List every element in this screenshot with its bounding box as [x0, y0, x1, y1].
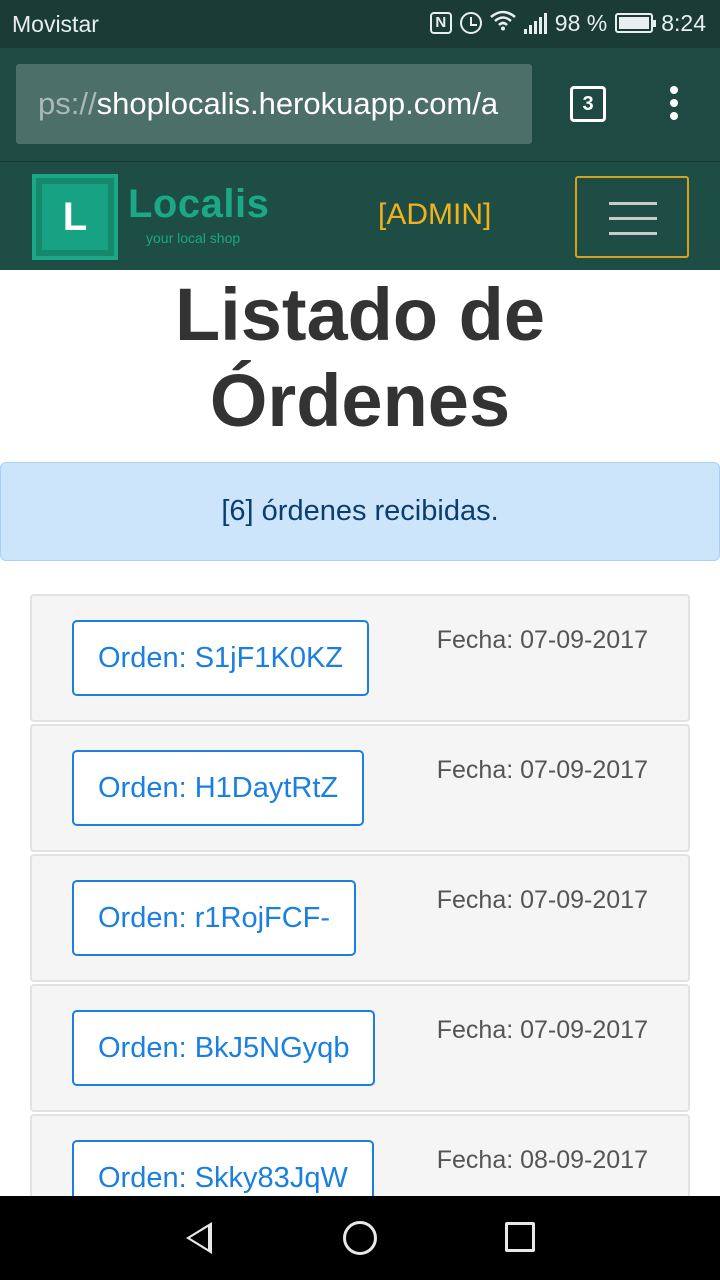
battery-percent: 98 %: [554, 9, 608, 36]
back-icon[interactable]: [186, 1222, 212, 1254]
admin-label: [ADMIN]: [378, 198, 492, 231]
signal-icon: [523, 12, 547, 34]
order-link-button[interactable]: Orden: S1jF1K0KZ: [72, 620, 369, 696]
carrier-name: Movistar: [12, 11, 99, 37]
home-icon[interactable]: [343, 1221, 377, 1255]
tab-switcher-button[interactable]: 3: [570, 86, 606, 122]
battery-icon: [615, 13, 657, 33]
order-card: Orden: r1RojFCF- Fecha: 07-09-2017: [30, 854, 690, 982]
order-card: Orden: BkJ5NGyqb Fecha: 07-09-2017: [30, 984, 690, 1112]
orders-count-alert: [6] órdenes recibidas.: [0, 462, 720, 561]
page-title-line2: Órdenes: [209, 359, 511, 442]
status-icons: N 98 % 8:24: [429, 9, 706, 37]
order-list: Orden: S1jF1K0KZ Fecha: 07-09-2017 Orden: …: [30, 594, 690, 1196]
order-date: Fecha: 08-09-2017: [436, 1146, 648, 1174]
recents-icon[interactable]: [505, 1222, 535, 1252]
order-card: Orden: H1DaytRtZ Fecha: 07-09-2017: [30, 724, 690, 852]
page-title-line1: Listado de: [174, 273, 546, 356]
site-navbar: L Localis your local shop [ADMIN]: [0, 161, 720, 270]
order-card: Orden: Skky83JqW Fecha: 08-09-2017: [30, 1114, 690, 1196]
browser-toolbar: ps://shoplocalis.herokuapp.com/a 3: [0, 48, 720, 161]
order-date: Fecha: 07-09-2017: [436, 1016, 648, 1044]
order-link-button[interactable]: Orden: Skky83JqW: [72, 1140, 374, 1196]
order-date: Fecha: 07-09-2017: [436, 886, 648, 914]
order-link-button[interactable]: Orden: r1RojFCF-: [72, 880, 357, 956]
url-host: shoplocalis.herokuapp.com/a: [96, 86, 499, 121]
android-navigation-bar: [0, 1196, 720, 1280]
address-bar[interactable]: ps://shoplocalis.herokuapp.com/a: [16, 64, 532, 144]
order-link-button[interactable]: Orden: BkJ5NGyqb: [72, 1010, 376, 1086]
status-bar: Movistar N 98 % 8:24: [0, 0, 720, 48]
wifi-icon: [489, 9, 516, 37]
alarm-icon: [459, 12, 482, 34]
more-vert-icon[interactable]: [662, 86, 686, 126]
nfc-icon: N: [429, 12, 452, 34]
logo-letter: L: [42, 184, 108, 250]
url-text: ps://shoplocalis.herokuapp.com/a: [38, 86, 498, 122]
clock: 8:24: [661, 9, 706, 36]
url-scheme: ps://: [38, 86, 97, 121]
logo[interactable]: L: [32, 174, 118, 260]
logo-tagline: your local shop: [146, 230, 241, 246]
order-date: Fecha: 07-09-2017: [436, 756, 648, 784]
page-title: Listado de Órdenes: [0, 272, 720, 444]
order-link-button[interactable]: Orden: H1DaytRtZ: [72, 750, 365, 826]
order-date: Fecha: 07-09-2017: [436, 626, 648, 654]
hamburger-menu-button[interactable]: [575, 176, 689, 258]
logo-name[interactable]: Localis: [128, 182, 269, 227]
order-card: Orden: S1jF1K0KZ Fecha: 07-09-2017: [30, 594, 690, 722]
